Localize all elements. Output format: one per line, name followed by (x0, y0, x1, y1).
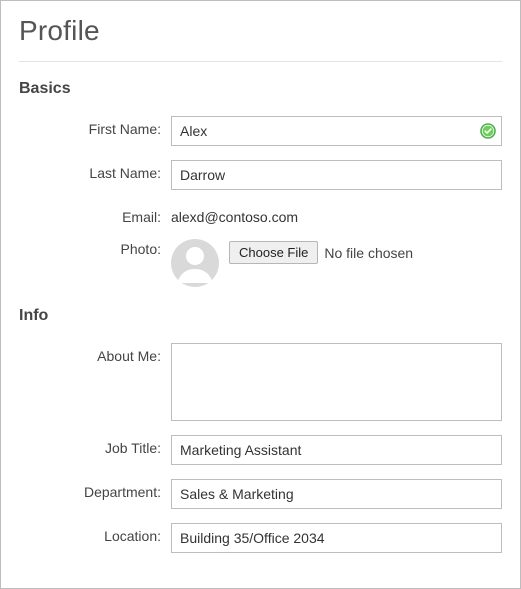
email-value: alexd@contoso.com (171, 204, 298, 225)
row-about-me: About Me: (19, 343, 502, 421)
row-location: Location: (19, 523, 502, 553)
choose-file-button[interactable]: Choose File (229, 241, 318, 264)
avatar-placeholder-icon (171, 239, 219, 287)
row-last-name: Last Name: (19, 160, 502, 190)
page-title: Profile (19, 15, 502, 47)
section-heading-basics: Basics (19, 80, 502, 98)
section-heading-info: Info (19, 307, 502, 325)
label-about-me: About Me: (19, 343, 171, 364)
row-department: Department: (19, 479, 502, 509)
job-title-input[interactable] (171, 435, 502, 465)
label-department: Department: (19, 479, 171, 500)
title-divider (19, 61, 502, 62)
last-name-input[interactable] (171, 160, 502, 190)
label-last-name: Last Name: (19, 160, 171, 181)
row-photo: Photo: Choose File No file chosen (19, 239, 502, 287)
about-me-textarea[interactable] (171, 343, 502, 421)
department-input[interactable] (171, 479, 502, 509)
location-input[interactable] (171, 523, 502, 553)
label-photo: Photo: (19, 239, 171, 257)
row-job-title: Job Title: (19, 435, 502, 465)
file-status-text: No file chosen (324, 245, 413, 261)
row-email: Email: alexd@contoso.com (19, 204, 502, 225)
label-first-name: First Name: (19, 116, 171, 137)
first-name-input[interactable] (171, 116, 502, 146)
valid-check-icon (480, 123, 496, 139)
label-email: Email: (19, 204, 171, 225)
label-location: Location: (19, 523, 171, 544)
label-job-title: Job Title: (19, 435, 171, 456)
row-first-name: First Name: (19, 116, 502, 146)
